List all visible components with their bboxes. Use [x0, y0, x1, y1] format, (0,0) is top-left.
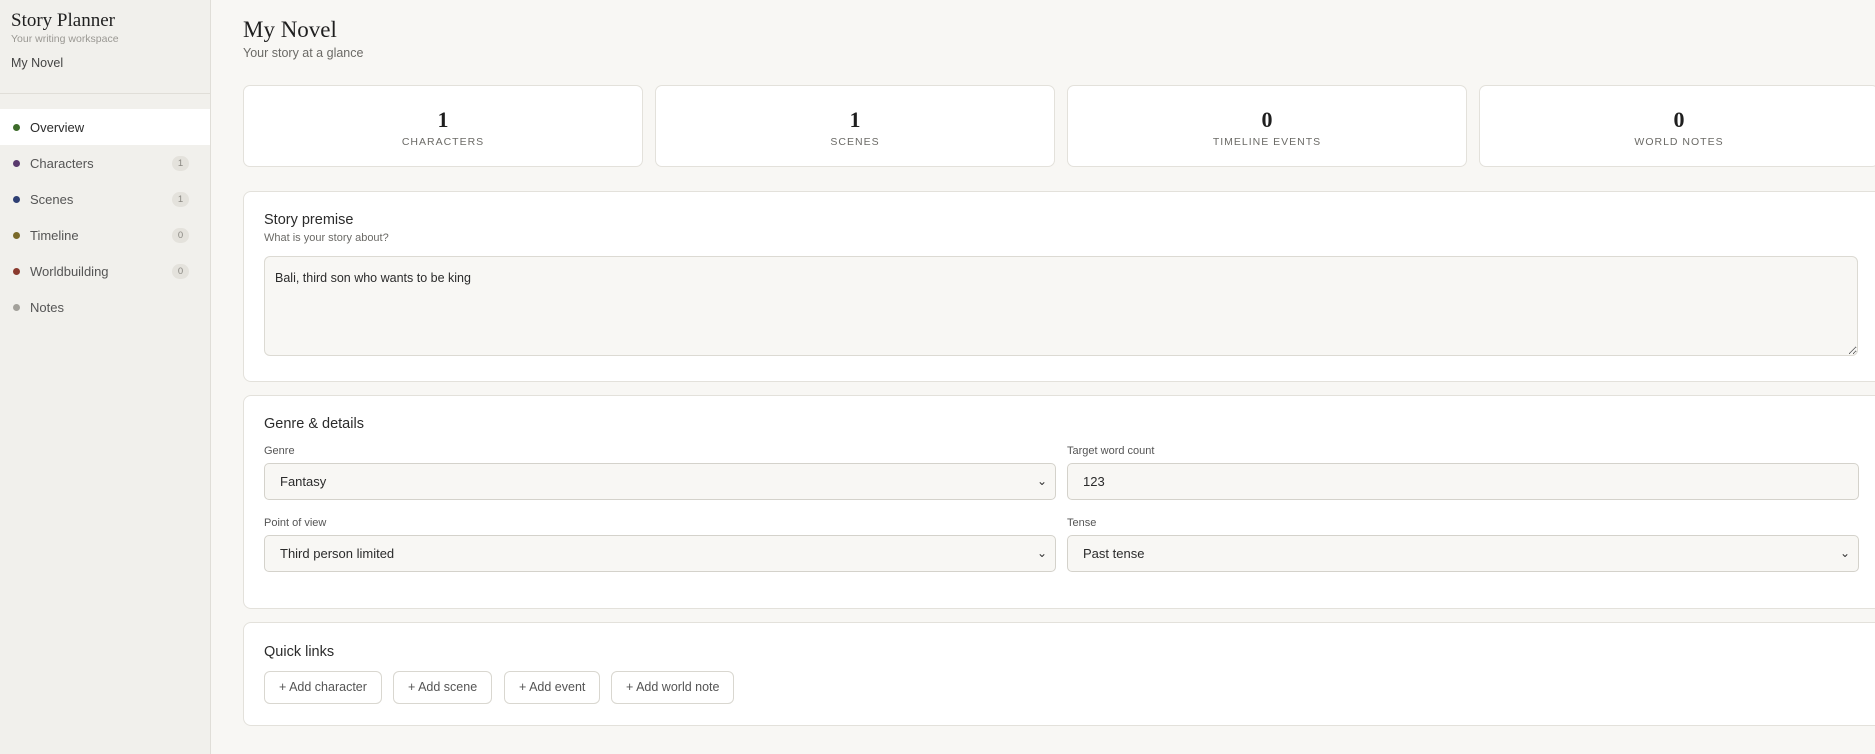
sidebar-item-characters[interactable]: Characters 1: [0, 145, 210, 181]
project-name[interactable]: My Novel: [11, 56, 199, 70]
premise-subtitle: What is your story about?: [264, 232, 389, 244]
app-subtitle: Your writing workspace: [11, 33, 119, 45]
premise-card: Story premise What is your story about?: [243, 191, 1875, 382]
pov-value: Third person limited: [280, 546, 395, 561]
sidebar-item-timeline[interactable]: Timeline 0: [0, 217, 210, 253]
pov-label: Point of view: [264, 517, 327, 529]
chevron-down-icon: ⌄: [1036, 474, 1047, 488]
premise-title: Story premise: [264, 212, 354, 228]
stat-value: 1: [849, 107, 861, 132]
details-card: Genre & details Genre Fantasy ⌄ Target w…: [243, 395, 1875, 609]
genre-value: Fantasy: [280, 474, 327, 489]
count-badge: 1: [172, 156, 189, 171]
sidebar-item-label: Notes: [30, 299, 64, 315]
add-event-button[interactable]: + Add event: [504, 671, 601, 704]
notes-dot-icon: [13, 303, 20, 311]
count-badge: 0: [172, 264, 189, 279]
sidebar-item-label: Worldbuilding: [30, 263, 109, 279]
app-title: Story Planner: [11, 10, 115, 31]
stat-label: WORLD NOTES: [1634, 136, 1724, 148]
sidebar-item-scenes[interactable]: Scenes 1: [0, 181, 210, 217]
premise-textarea[interactable]: [264, 256, 1858, 356]
brand: Story Planner Your writing workspace My …: [0, 0, 210, 94]
scenes-dot-icon: [13, 195, 20, 203]
sidebar-item-overview[interactable]: Overview: [0, 109, 210, 145]
stat-label: CHARACTERS: [401, 136, 485, 148]
count-badge: 0: [172, 228, 189, 243]
sidebar-item-label: Overview: [30, 119, 85, 135]
tense-label: Tense: [1067, 517, 1097, 529]
chevron-down-icon: ⌄: [1839, 546, 1850, 560]
worldbuilding-dot-icon: [13, 267, 20, 275]
sidebar-item-notes[interactable]: Notes: [0, 289, 210, 325]
overview-dot-icon: [13, 123, 20, 131]
page-title: My Novel: [243, 17, 337, 42]
tense-select[interactable]: Past tense ⌄: [1067, 535, 1859, 572]
stat-characters[interactable]: 1 CHARACTERS: [243, 85, 643, 167]
stat-value: 0: [1673, 107, 1685, 132]
stat-value: 1: [437, 107, 449, 132]
quick-links-title: Quick links: [264, 644, 335, 660]
stat-value: 0: [1261, 107, 1273, 132]
word-count-field[interactable]: 123: [1067, 463, 1859, 500]
pov-select[interactable]: Third person limited ⌄: [264, 535, 1056, 572]
genre-label: Genre: [264, 445, 295, 457]
sidebar-item-label: Timeline: [30, 227, 79, 243]
chevron-down-icon: ⌄: [1036, 546, 1047, 560]
quick-links-card: Quick links + Add character + Add scene …: [243, 622, 1875, 726]
stat-label: SCENES: [830, 136, 880, 148]
stat-world-notes[interactable]: 0 WORLD NOTES: [1479, 85, 1875, 167]
sidebar: Story Planner Your writing workspace My …: [0, 0, 211, 754]
genre-select[interactable]: Fantasy ⌄: [264, 463, 1056, 500]
stat-label: TIMELINE EVENTS: [1212, 136, 1322, 148]
characters-dot-icon: [13, 159, 20, 167]
add-character-button[interactable]: + Add character: [264, 671, 382, 704]
add-world-note-button[interactable]: + Add world note: [611, 671, 735, 704]
sidebar-nav: Overview Characters 1 Scenes 1 Timeline …: [0, 109, 210, 325]
sidebar-item-label: Characters: [30, 155, 94, 171]
timeline-dot-icon: [13, 231, 20, 239]
stat-scenes[interactable]: 1 SCENES: [655, 85, 1055, 167]
tense-value: Past tense: [1083, 546, 1145, 561]
sidebar-item-worldbuilding[interactable]: Worldbuilding 0: [0, 253, 210, 289]
stat-timeline-events[interactable]: 0 TIMELINE EVENTS: [1067, 85, 1467, 167]
word-count-value: 123: [1083, 474, 1105, 489]
add-scene-button[interactable]: + Add scene: [393, 671, 493, 704]
word-count-label: Target word count: [1067, 445, 1155, 457]
sidebar-item-label: Scenes: [30, 191, 74, 207]
count-badge: 1: [172, 192, 189, 207]
details-title: Genre & details: [264, 416, 364, 432]
page-subtitle: Your story at a glance: [243, 46, 364, 60]
